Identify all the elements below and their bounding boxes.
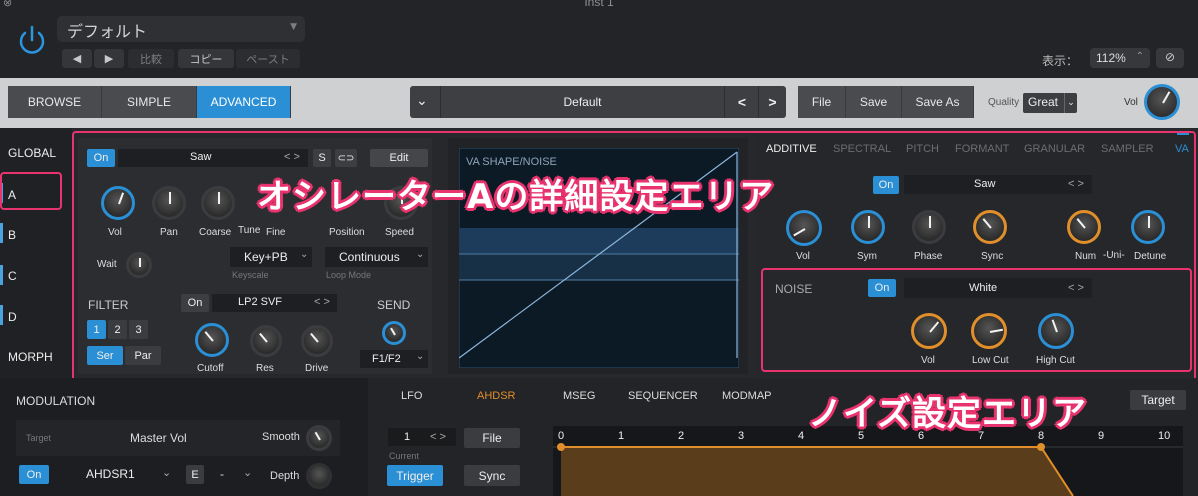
e-button[interactable]: E xyxy=(186,465,204,484)
vol-label: Vol xyxy=(1124,97,1138,108)
osc-indicator xyxy=(0,223,3,243)
env-arrows[interactable]: < > xyxy=(430,431,446,443)
target-value: Master Vol xyxy=(130,431,187,445)
ruler-tick: 10 xyxy=(1158,430,1171,442)
paste-button[interactable]: ペースト xyxy=(236,49,300,68)
tab-mseg[interactable]: MSEG xyxy=(563,390,595,402)
target-label: Target xyxy=(26,433,52,443)
ruler-tick: 3 xyxy=(738,430,745,442)
ruler-tick: 9 xyxy=(1098,430,1105,442)
sync-button[interactable]: Sync xyxy=(464,465,520,486)
env-file-button[interactable]: File xyxy=(464,428,520,448)
ruler-tick: 0 xyxy=(558,430,565,442)
preset-select[interactable]: デフォルト ▼ xyxy=(57,16,305,42)
annotation-noise: ノイズ設定エリア xyxy=(808,394,1087,434)
stepper-icon: ⌃ xyxy=(1135,51,1144,62)
ruler-tick: 4 xyxy=(798,430,805,442)
chevron-down-icon[interactable]: ⌄ xyxy=(416,92,428,109)
osc-indicator xyxy=(0,265,3,285)
dash-value[interactable]: - xyxy=(220,467,224,481)
ruler-tick: 1 xyxy=(618,430,625,442)
tab-simple[interactable]: SIMPLE xyxy=(102,86,197,118)
sidebar xyxy=(0,128,72,378)
highlight-osc-a xyxy=(0,172,62,210)
zoom-select[interactable]: 112% ⌃ xyxy=(1090,48,1150,68)
display-label: 表示： xyxy=(1042,54,1079,68)
link-icon[interactable]: ⊘ xyxy=(1156,48,1184,68)
tab-modmap[interactable]: MODMAP xyxy=(722,390,772,402)
target-button[interactable]: Target xyxy=(1130,390,1186,410)
modulation-title: MODULATION xyxy=(16,394,96,408)
sidebar-item-morph[interactable]: MORPH xyxy=(8,350,53,364)
tab-advanced[interactable]: ADVANCED xyxy=(197,86,291,118)
next-button[interactable]: > xyxy=(758,86,786,118)
env-num: 1 xyxy=(404,431,411,443)
knob-pointer xyxy=(1162,91,1171,104)
tab-sequencer[interactable]: SEQUENCER xyxy=(628,390,698,402)
window-title: Inst 1 xyxy=(584,0,614,9)
next-preset-button[interactable]: ▶ xyxy=(94,49,124,68)
osc-indicator xyxy=(0,305,3,325)
tab-lfo[interactable]: LFO xyxy=(401,390,422,402)
mod-on-button[interactable]: On xyxy=(19,465,49,484)
save-button[interactable]: Save xyxy=(846,86,902,118)
ruler-tick: 2 xyxy=(678,430,685,442)
highlight-noise-area xyxy=(761,268,1192,372)
preset-name: デフォルト xyxy=(67,22,148,41)
compare-button[interactable]: 比較 xyxy=(128,49,174,68)
master-vol-knob[interactable] xyxy=(1144,84,1180,120)
smooth-label: Smooth xyxy=(262,431,300,443)
current-label: Current xyxy=(389,451,420,461)
power-icon[interactable] xyxy=(14,22,50,58)
chevron-down-icon: ⌄ xyxy=(1064,93,1077,113)
chevron-down-icon: ▼ xyxy=(290,22,297,32)
copy-button[interactable]: コピー xyxy=(178,49,234,68)
chevron-down-icon[interactable]: ⌄ xyxy=(243,466,252,479)
smooth-knob[interactable] xyxy=(306,425,332,451)
quality-select[interactable]: Great ⌄ xyxy=(1023,93,1077,113)
depth-label: Depth xyxy=(270,470,300,482)
quality-value: Great xyxy=(1028,95,1059,109)
file-button[interactable]: File xyxy=(798,86,846,118)
sidebar-item-b[interactable]: B xyxy=(8,228,16,242)
annotation-osc: オシレーターAの詳細設定エリア xyxy=(257,177,775,217)
mod-source[interactable]: AHDSR1 xyxy=(86,467,135,481)
quality-label: Quality xyxy=(988,97,1020,108)
envelope-graph[interactable] xyxy=(553,426,1183,496)
chevron-down-icon[interactable]: ⌄ xyxy=(162,466,171,479)
zoom-value: 112% xyxy=(1096,51,1126,65)
trigger-button[interactable]: Trigger xyxy=(387,465,443,486)
sidebar-item-global[interactable]: GLOBAL xyxy=(8,146,56,160)
prev-preset-button[interactable]: ◀ xyxy=(62,49,92,68)
prev-button[interactable]: < xyxy=(728,86,756,118)
sidebar-item-d[interactable]: D xyxy=(8,310,17,324)
sidebar-item-c[interactable]: C xyxy=(8,269,17,283)
tab-ahdsr[interactable]: AHDSR xyxy=(477,390,516,402)
preset-name-field[interactable]: Default xyxy=(440,86,725,118)
depth-knob[interactable] xyxy=(306,463,332,489)
save-as-button[interactable]: Save As xyxy=(902,86,974,118)
tab-browse[interactable]: BROWSE xyxy=(8,86,102,118)
